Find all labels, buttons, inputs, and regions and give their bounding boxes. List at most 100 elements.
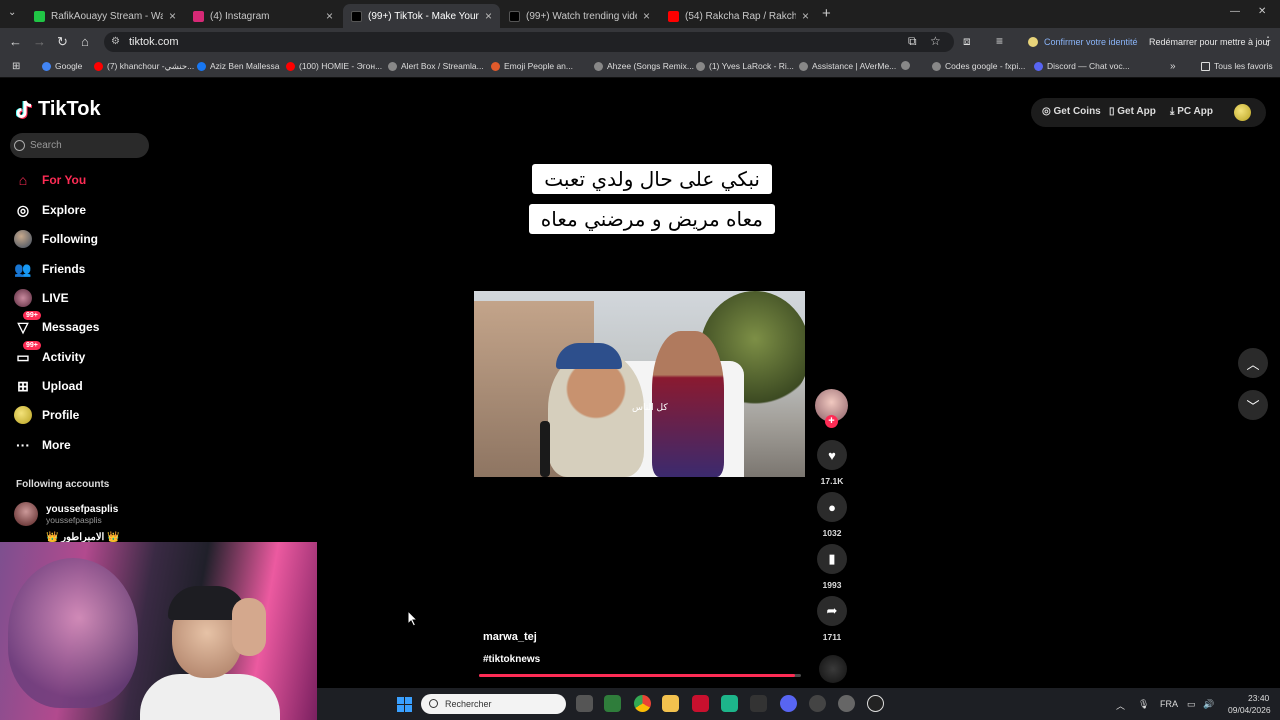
bookmark-codes-google[interactable]: Codes google - fxpi...	[932, 61, 1025, 71]
address-bar[interactable]	[104, 32, 954, 52]
minimize-button[interactable]: —	[1230, 6, 1240, 17]
close-icon[interactable]: ×	[326, 9, 333, 23]
forward-icon[interactable]: →	[33, 34, 46, 49]
confirm-identity-chip[interactable]: Confirmer votre identité	[1044, 37, 1138, 47]
profile-icon[interactable]	[1028, 37, 1038, 47]
tab-rafik-stream[interactable]: RafikAouayy Stream - Watch Li×	[26, 4, 184, 28]
reload-icon[interactable]: ↻	[57, 34, 68, 50]
close-icon[interactable]: ×	[169, 9, 176, 23]
following-account[interactable]: youssefpasplis youssefpasplis	[14, 502, 118, 526]
app-icon[interactable]	[692, 695, 709, 712]
app-icon[interactable]	[604, 695, 621, 712]
video-old-man	[548, 351, 644, 477]
tab-instagram[interactable]: (4) Instagram ×	[185, 4, 341, 28]
file-explorer-icon[interactable]	[662, 695, 679, 712]
nav-explore[interactable]: ◎ Explore	[14, 199, 86, 221]
bookmark-google[interactable]: Google	[42, 61, 82, 71]
chrome-icon[interactable]	[634, 695, 651, 712]
restart-update-button[interactable]: Redémarrer pour mettre à jour	[1149, 37, 1271, 47]
bookmark-emoji[interactable]: Emoji People an...	[491, 61, 573, 71]
tab-tiktok-trending[interactable]: (99+) Watch trending videos for×	[501, 4, 658, 28]
close-window-button[interactable]: ✕	[1258, 6, 1266, 17]
nav-friends[interactable]: 👥 Friends	[14, 258, 85, 280]
network-icon[interactable]: ▭	[1187, 699, 1196, 710]
language-indicator[interactable]: FRA	[1160, 699, 1178, 709]
nav-upload[interactable]: ⊞ Upload	[14, 375, 83, 397]
next-video-button[interactable]: ﹀	[1238, 390, 1268, 420]
video-hashtag[interactable]: #tiktoknews	[483, 654, 540, 665]
clock-date[interactable]: 09/04/2026	[1228, 705, 1271, 715]
bookmark-star-icon[interactable]: ☆	[930, 34, 941, 48]
bookmark-yves-larock[interactable]: (1) Yves LaRock - Ri...	[696, 61, 794, 71]
facebook-icon	[197, 61, 206, 71]
extensions-icon[interactable]: ⧈	[963, 34, 971, 49]
install-app-icon[interactable]: ⧉	[908, 34, 917, 49]
task-view-icon[interactable]	[576, 695, 593, 712]
bookmark-homie[interactable]: (100) HOMIE - Эгон...	[286, 61, 382, 71]
bookmark-assistance[interactable]: Assistance | AVerMe...	[799, 61, 896, 71]
profile-avatar[interactable]	[1234, 104, 1251, 121]
tab-tiktok-active[interactable]: (99+) TikTok - Make Your Day×	[343, 4, 500, 28]
nav-for-you[interactable]: ⌂ For You	[14, 169, 86, 191]
all-bookmarks[interactable]: Tous les favoris	[1201, 61, 1273, 71]
follow-plus-icon[interactable]: +	[825, 415, 838, 428]
apps-grid-icon[interactable]: ⊞	[12, 61, 20, 72]
bookmark-unnamed[interactable]	[901, 61, 914, 70]
previous-video-button[interactable]: ︿	[1238, 348, 1268, 378]
url-text[interactable]: tiktok.com	[129, 36, 179, 48]
video-author[interactable]: marwa_tej	[483, 631, 537, 643]
share-button[interactable]: ➦	[817, 596, 847, 626]
get-app-button[interactable]: ▯ Get App	[1109, 106, 1156, 117]
get-coins-button[interactable]: ◎ Get Coins	[1042, 106, 1101, 117]
video-player[interactable]: كل الناس	[474, 291, 805, 477]
bookmark-ahzee[interactable]: Ahzee (Songs Remix...	[594, 61, 694, 71]
site-info-icon[interactable]: ⚙	[111, 36, 120, 47]
bookmark-aziz[interactable]: Aziz Ben Mallessa	[197, 61, 279, 71]
obs-icon[interactable]	[809, 695, 826, 712]
video-progress-bar[interactable]	[479, 674, 801, 677]
bookmark-alert-box[interactable]: Alert Box / Streamla...	[388, 61, 484, 71]
close-icon[interactable]: ×	[643, 9, 650, 23]
bookmark-discord[interactable]: Discord — Chat voc...	[1034, 61, 1130, 71]
tab-youtube-rakcha[interactable]: (54) Rakcha Rap / Rakcha Prod×	[660, 4, 817, 28]
bookmark-khanchour[interactable]: (7) khanchour -حنشي...	[94, 61, 194, 72]
compass-icon: ◎	[16, 201, 30, 218]
nav-following[interactable]: Following	[14, 228, 98, 250]
app-icon[interactable]	[750, 695, 767, 712]
new-tab-button[interactable]: +	[822, 5, 831, 22]
pc-app-button[interactable]: ⤓ PC App	[1170, 106, 1213, 117]
close-icon[interactable]: ×	[802, 9, 809, 23]
settings-icon[interactable]	[838, 695, 855, 712]
nav-activity[interactable]: ▭ 99+ Activity	[14, 341, 85, 368]
close-icon[interactable]: ×	[485, 9, 492, 23]
messages-badge: 99+	[23, 311, 41, 320]
media-controls-icon[interactable]: ≡	[996, 34, 1003, 48]
discord-icon[interactable]	[780, 695, 797, 712]
like-button[interactable]: ♥	[817, 440, 847, 470]
streamer-body	[140, 674, 280, 720]
taskbar-search-input[interactable]	[421, 694, 566, 714]
microphone-icon[interactable]: 🎙	[1138, 699, 1149, 710]
back-icon[interactable]: ←	[9, 34, 22, 49]
sound-disc-icon[interactable]	[819, 655, 847, 683]
home-icon[interactable]: ⌂	[81, 34, 89, 49]
tiktok-logo[interactable]: TikTok	[15, 98, 101, 121]
search-icon	[429, 699, 438, 708]
clock-time[interactable]: 23:40	[1248, 693, 1269, 703]
google-icon	[42, 61, 51, 71]
save-button[interactable]: ▮	[817, 544, 847, 574]
nav-live[interactable]: LIVE	[14, 287, 69, 309]
tab-search-icon[interactable]: ⌄	[8, 7, 16, 18]
volume-icon[interactable]: 🔊	[1203, 699, 1214, 710]
nav-profile[interactable]: Profile	[14, 404, 79, 426]
media-player-icon[interactable]	[867, 695, 884, 712]
nav-more[interactable]: ··· More	[14, 434, 71, 456]
video-progress-fill	[479, 674, 795, 677]
comment-button[interactable]: ●	[817, 492, 847, 522]
menu-kebab-icon[interactable]: ⋮	[1262, 34, 1274, 48]
windows-start-icon[interactable]	[397, 697, 412, 712]
app-icon[interactable]	[721, 695, 738, 712]
tray-chevron-icon[interactable]: ︿	[1116, 699, 1125, 712]
bookmarks-overflow-icon[interactable]: »	[1170, 61, 1176, 72]
nav-messages[interactable]: ▽ 99+ Messages	[14, 311, 99, 338]
